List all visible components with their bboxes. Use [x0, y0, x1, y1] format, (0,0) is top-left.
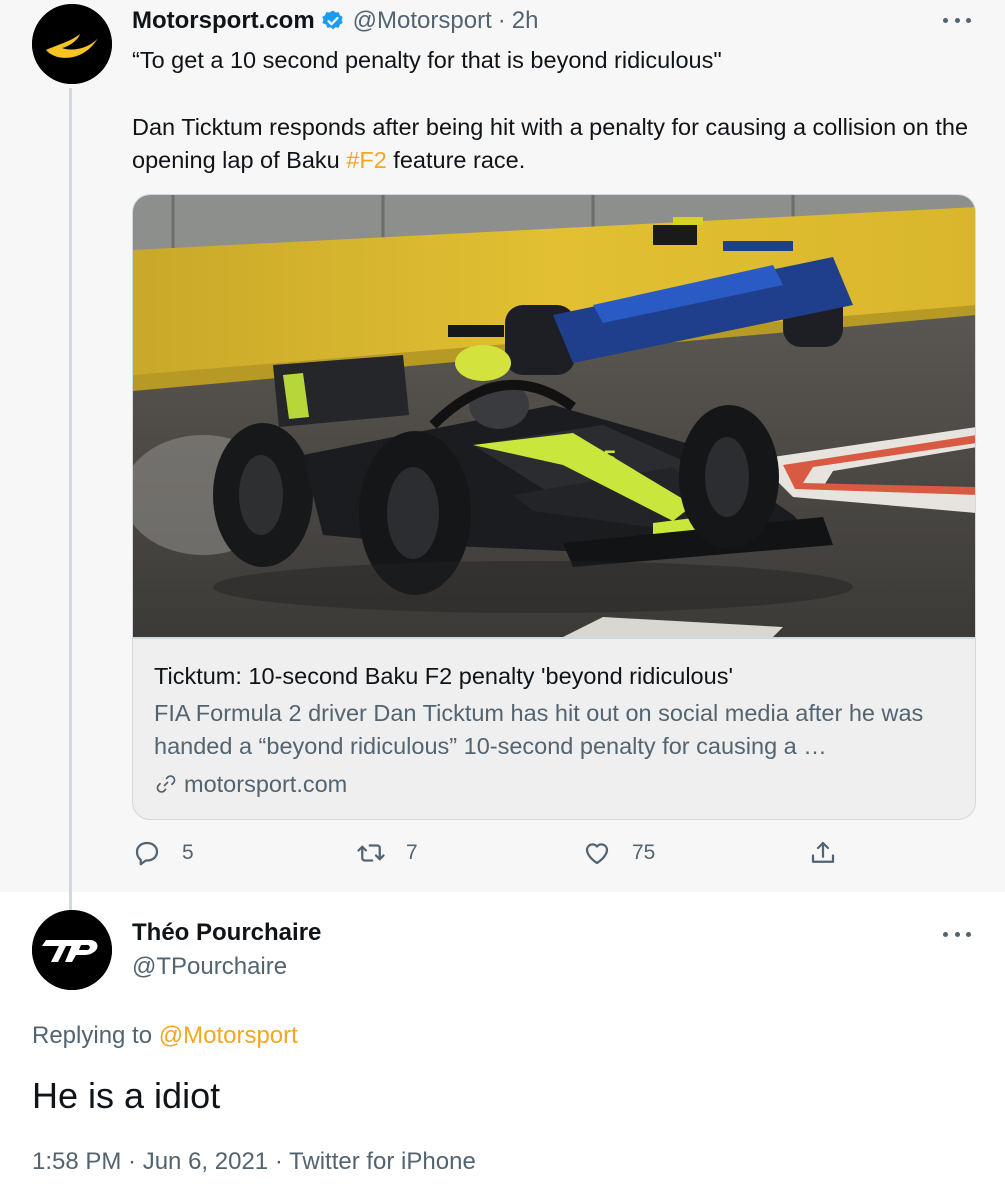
mention-link[interactable]: @Motorsport — [159, 1022, 298, 1049]
tweet-body-after: feature race. — [386, 147, 526, 173]
like-icon — [585, 843, 609, 865]
tweet-action-bar: 5 7 75 — [132, 838, 852, 874]
card-image[interactable]: 5 — [133, 195, 976, 637]
replying-prefix: Replying to — [32, 1022, 159, 1049]
hashtag-link[interactable]: #F2 — [346, 147, 387, 173]
reply-tweet-text: He is a idiot — [32, 1075, 221, 1116]
more-icon[interactable] — [943, 924, 971, 944]
retweet-button[interactable]: 7 — [356, 838, 418, 868]
tp-logo — [32, 910, 112, 990]
motorsport-logo — [32, 4, 112, 84]
card-divider — [133, 637, 975, 639]
thread-connector-line — [69, 88, 72, 910]
tweet-body-before: Dan Ticktum responds after being hit wit… — [132, 114, 969, 173]
share-icon — [811, 841, 835, 863]
replying-to-line: Replying to @Motorsport — [32, 1020, 298, 1052]
reply-count: 5 — [182, 841, 194, 864]
like-count: 75 — [632, 841, 656, 864]
link-preview-card[interactable]: 5 Ticktum: 10-second Baku F2 penalty 'be… — [132, 194, 976, 820]
verified-badge-icon — [321, 9, 345, 33]
like-button[interactable]: 75 — [582, 838, 655, 868]
parent-tweet[interactable]: Motorsport.com @Motorsport · 2h “To get … — [0, 0, 1005, 910]
reply-button[interactable]: 5 — [132, 838, 194, 868]
retweet-count: 7 — [406, 841, 418, 864]
tweet-timestamp[interactable]: 2h — [512, 6, 539, 36]
pourchaire-avatar[interactable] — [32, 910, 112, 990]
card-domain-text: motorsport.com — [184, 771, 348, 797]
retweet-icon — [357, 844, 385, 862]
more-icon[interactable] — [943, 10, 971, 30]
reply-author-handle[interactable]: @TPourchaire — [132, 952, 287, 982]
card-title[interactable]: Ticktum: 10-second Baku F2 penalty 'beyo… — [154, 661, 964, 691]
tweet-body-line: Dan Ticktum responds after being hit wit… — [132, 111, 982, 177]
parent-tweet-text: “To get a 10 second penalty for that is … — [132, 44, 982, 177]
parent-tweet-header: Motorsport.com @Motorsport · 2h — [132, 6, 538, 36]
card-domain[interactable]: motorsport.com — [154, 769, 347, 799]
car-number: 5 — [603, 446, 616, 473]
author-name[interactable]: Motorsport.com — [132, 6, 315, 36]
reply-tweet-meta[interactable]: 1:58 PM · Jun 6, 2021 · Twitter for iPho… — [32, 1146, 476, 1178]
tweet-quote-line: “To get a 10 second penalty for that is … — [132, 47, 722, 73]
share-button[interactable] — [808, 838, 838, 868]
reply-icon — [135, 841, 159, 866]
tweet-thread: Motorsport.com @Motorsport · 2h “To get … — [0, 0, 1005, 1200]
motorsport-avatar[interactable] — [32, 4, 112, 84]
card-description: FIA Formula 2 driver Dan Ticktum has hit… — [154, 700, 924, 759]
reply-author-name[interactable]: Théo Pourchaire — [132, 918, 321, 948]
header-separator: · — [497, 7, 506, 34]
author-handle[interactable]: @Motorsport — [353, 6, 492, 36]
link-icon — [156, 775, 176, 793]
